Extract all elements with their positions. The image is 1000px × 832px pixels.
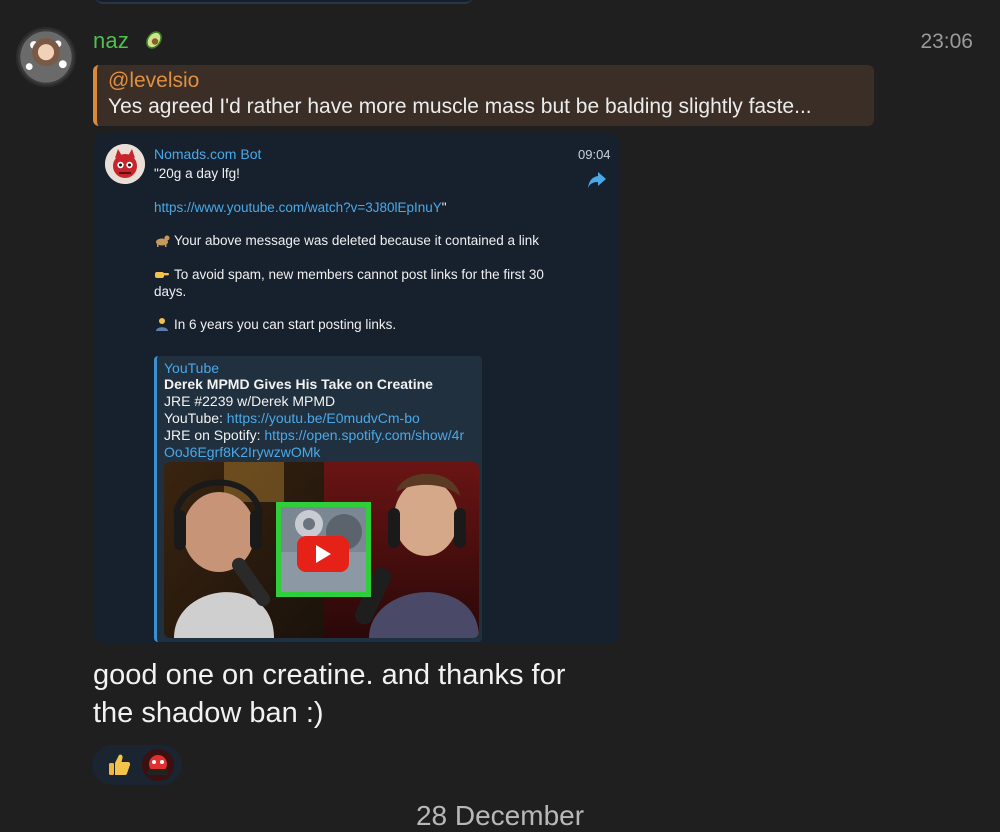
- date-separator: 28 December: [415, 800, 585, 831]
- preview-yt-label: YouTube:: [164, 410, 227, 426]
- quote-close: ": [441, 199, 447, 215]
- pointing-hand-icon: [154, 267, 170, 281]
- thumbs-up-icon: [106, 752, 132, 778]
- message-time: 23:06: [920, 30, 973, 53]
- reply-quote[interactable]: @levelsio Yes agreed I'd rather have mor…: [93, 65, 874, 126]
- preview-title: Derek MPMD Gives His Take on Creatine: [164, 376, 433, 392]
- preview-site: YouTube: [164, 360, 220, 376]
- reply-author: @levelsio: [108, 69, 200, 92]
- preview-yt-link[interactable]: https://youtu.be/E0mudvCm-bo: [227, 410, 420, 426]
- dog-icon: [154, 233, 170, 248]
- forwarded-message-card[interactable]: Nomads.com Bot 09:04 "20g a day lfg! http…: [94, 133, 620, 643]
- sender-avatar[interactable]: [16, 27, 76, 87]
- years-notice: In 6 years you can start posting links.: [174, 317, 397, 333]
- preview-spotify-label: JRE on Spotify:: [164, 427, 265, 443]
- video-thumbnail[interactable]: [164, 462, 479, 638]
- youtube-link[interactable]: https://www.youtube.com/watch?v=3J80lEpI…: [154, 200, 442, 215]
- spam-notice: To avoid spam, new members cannot post l…: [154, 266, 544, 299]
- reply-text: Yes agreed I'd rather have more muscle m…: [108, 95, 812, 118]
- message-text-line2: the shadow ban :): [93, 697, 324, 729]
- bot-avatar[interactable]: [105, 144, 145, 184]
- sender-name[interactable]: naz: [93, 28, 165, 54]
- forwarded-time: 09:04: [578, 147, 611, 162]
- share-arrow-icon[interactable]: [586, 170, 608, 190]
- deleted-notice: Your above message was deleted because i…: [174, 233, 539, 249]
- avocado-icon: [143, 29, 165, 51]
- message-text-line1: good one on creatine. and thanks for: [93, 659, 566, 691]
- person-icon: [154, 317, 170, 332]
- preview-description: JRE #2239 w/Derek MPMD YouTube: https://…: [164, 393, 474, 461]
- sender-name-text: naz: [93, 28, 130, 53]
- preview-line1: JRE #2239 w/Derek MPMD: [164, 393, 336, 409]
- quoted-line: "20g a day lfg!: [154, 166, 240, 181]
- link-preview[interactable]: YouTube Derek MPMD Gives His Take on Cre…: [154, 356, 482, 642]
- bot-message-text: "20g a day lfg! https://www.youtube.com/w…: [154, 166, 564, 351]
- reactor-avatar[interactable]: [142, 749, 174, 781]
- reaction-chip[interactable]: [92, 745, 182, 785]
- bot-name[interactable]: Nomads.com Bot: [154, 146, 261, 162]
- message-text: good one on creatine. and thanks for the…: [93, 656, 613, 732]
- previous-message-bubble-edge: [95, 0, 473, 4]
